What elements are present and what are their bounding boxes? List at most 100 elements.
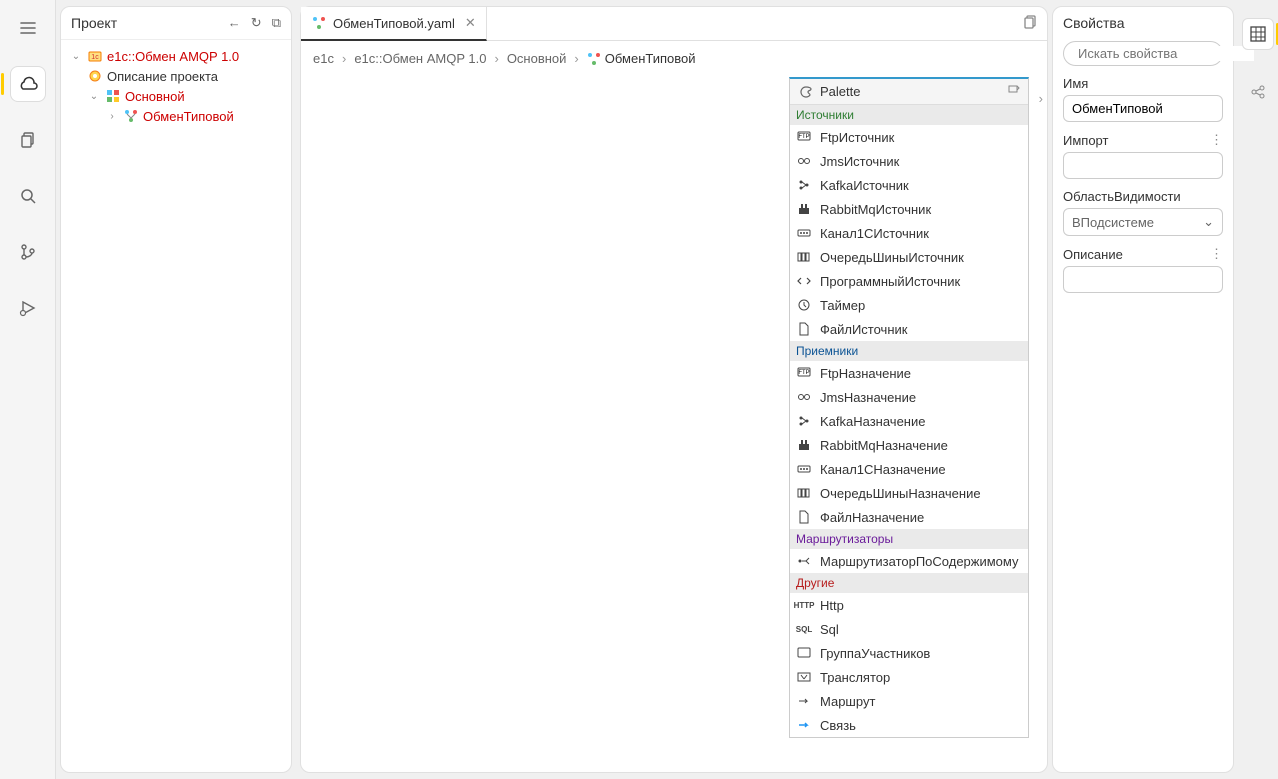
palette-item-prog-src[interactable]: ПрограммныйИсточник [790,269,1028,293]
visibility-select[interactable]: ВПодсистеме ⌄ [1063,208,1223,236]
prop-label-name: Имя [1063,76,1223,91]
palette-item-route[interactable]: Маршрут [790,689,1028,713]
properties-title: Свойства [1063,15,1223,31]
tree-main[interactable]: ⌄ Основной [65,86,287,106]
tree-main-label: Основной [125,89,185,104]
palette-item-chan1c-src[interactable]: Канал1СИсточник [790,221,1028,245]
palette-item-jms-dst[interactable]: JmsНазначение [790,385,1028,409]
palette-header: Palette [790,79,1028,105]
chevron-down-icon[interactable]: ⌄ [87,89,101,103]
breadcrumb-item[interactable]: Основной [507,51,567,66]
tab-bar: ОбменТиповой.yaml ✕ [301,7,1047,41]
more-icon[interactable]: ⋮ [1210,132,1223,148]
palette-item-kafka-dst[interactable]: KafkaНазначение [790,409,1028,433]
branch-icon[interactable] [10,234,46,270]
ftp-icon: FTP [796,365,812,381]
search-input[interactable] [1078,46,1254,61]
palette-section-sources: Источники [790,105,1028,125]
prop-label-desc: Описание [1063,247,1123,262]
copy-icon[interactable] [1023,14,1039,33]
desc-input[interactable] [1063,266,1223,293]
palette-item-group[interactable]: ГруппаУчастников [790,641,1028,665]
tree-desc-label: Описание проекта [107,69,218,84]
palette-item-queue-src[interactable]: ОчередьШиныИсточник [790,245,1028,269]
palette-item-file-src[interactable]: ФайлИсточник [790,317,1028,341]
breadcrumb-item[interactable]: ОбменТиповой [587,51,696,66]
palette-item-sql[interactable]: SQLSql [790,617,1028,641]
breadcrumb-item[interactable]: e1c [313,51,334,66]
name-input[interactable] [1063,95,1223,122]
collapse-icon[interactable]: ⧉ [272,15,281,31]
tree-desc[interactable]: Описание проекта [65,66,287,86]
translator-icon [796,669,812,685]
project-header: Проект ← ↻ ⧉ [61,7,291,40]
tree-exchange[interactable]: › ОбменТиповой [65,106,287,126]
palette-item-file-dst[interactable]: ФайлНазначение [790,505,1028,529]
tab-exchange[interactable]: ОбменТиповой.yaml ✕ [301,7,487,41]
run-icon[interactable] [10,290,46,326]
refresh-icon[interactable]: ↻ [251,15,262,31]
activity-bar [0,0,56,779]
palette-item-link[interactable]: Связь [790,713,1028,737]
share-icon[interactable] [1242,76,1274,108]
flow-icon [123,108,139,124]
project-actions: ← ↻ ⧉ [228,15,281,31]
table-icon[interactable] [1242,18,1274,50]
palette-item-ftp-src[interactable]: FTPFtpИсточник [790,125,1028,149]
palette-item-chan1c-dst[interactable]: Канал1СНазначение [790,457,1028,481]
sql-icon: SQL [796,621,812,637]
palette-item-http[interactable]: HTTPHttp [790,593,1028,617]
files-icon[interactable] [10,122,46,158]
pin-icon[interactable] [1006,83,1020,100]
chevron-down-icon[interactable]: ⌄ [69,49,83,63]
expand-icon[interactable]: › [1039,91,1043,106]
rabbit-icon [796,437,812,453]
palette-item-rabbit-src[interactable]: RabbitMqИсточник [790,197,1028,221]
palette: Palette Источники FTPFtpИсточник JmsИсто… [789,77,1029,738]
palette-item-kafka-src[interactable]: KafkaИсточник [790,173,1028,197]
properties-search[interactable] [1063,41,1223,66]
project-tree: ⌄ 1c e1c::Обмен AMQP 1.0 Описание проект… [61,40,291,132]
chevron-right-icon[interactable]: › [105,109,119,123]
breadcrumb: e1c › e1c::Обмен AMQP 1.0 › Основной › О… [301,41,1047,76]
kafka-icon [796,177,812,193]
close-icon[interactable]: ✕ [465,15,476,31]
palette-item-jms-src[interactable]: JmsИсточник [790,149,1028,173]
clock-icon [796,297,812,313]
import-input[interactable] [1063,152,1223,179]
palette-title: Palette [820,84,1000,99]
more-icon[interactable]: ⋮ [1210,246,1223,262]
link-icon [796,717,812,733]
cloud-icon[interactable] [10,66,46,102]
palette-item-content-router[interactable]: МаршрутизаторПоСодержимому [790,549,1028,573]
kafka-icon [796,413,812,429]
palette-item-ftp-dst[interactable]: FTPFtpНазначение [790,361,1028,385]
module-icon [105,88,121,104]
ftp-icon: FTP [796,129,812,145]
channel-icon [796,461,812,477]
rabbit-icon [796,201,812,217]
palette-item-rabbit-dst[interactable]: RabbitMqНазначение [790,433,1028,457]
menu-icon[interactable] [10,10,46,46]
back-icon[interactable]: ← [228,15,241,31]
flow-icon [311,15,327,31]
palette-item-translator[interactable]: Транслятор [790,665,1028,689]
palette-item-queue-dst[interactable]: ОчередьШиныНазначение [790,481,1028,505]
router-icon [796,553,812,569]
http-icon: HTTP [796,597,812,613]
chevron-right-icon: › [574,51,578,66]
palette-item-timer[interactable]: Таймер [790,293,1028,317]
breadcrumb-item[interactable]: e1c::Обмен AMQP 1.0 [354,51,486,66]
palette-section-routers: Маршрутизаторы [790,529,1028,549]
properties-panel: Свойства Имя Импорт ⋮ ОбластьВидимости В… [1052,6,1234,773]
palette-icon [798,84,814,100]
right-bar [1238,0,1278,779]
palette-section-other: Другие [790,573,1028,593]
tree-root[interactable]: ⌄ 1c e1c::Обмен AMQP 1.0 [65,46,287,66]
group-icon [796,645,812,661]
project-title: Проект [71,15,117,31]
queue-icon [796,249,812,265]
prop-name: Имя [1063,76,1223,122]
search-icon[interactable] [10,178,46,214]
chevron-down-icon: ⌄ [1203,214,1214,230]
